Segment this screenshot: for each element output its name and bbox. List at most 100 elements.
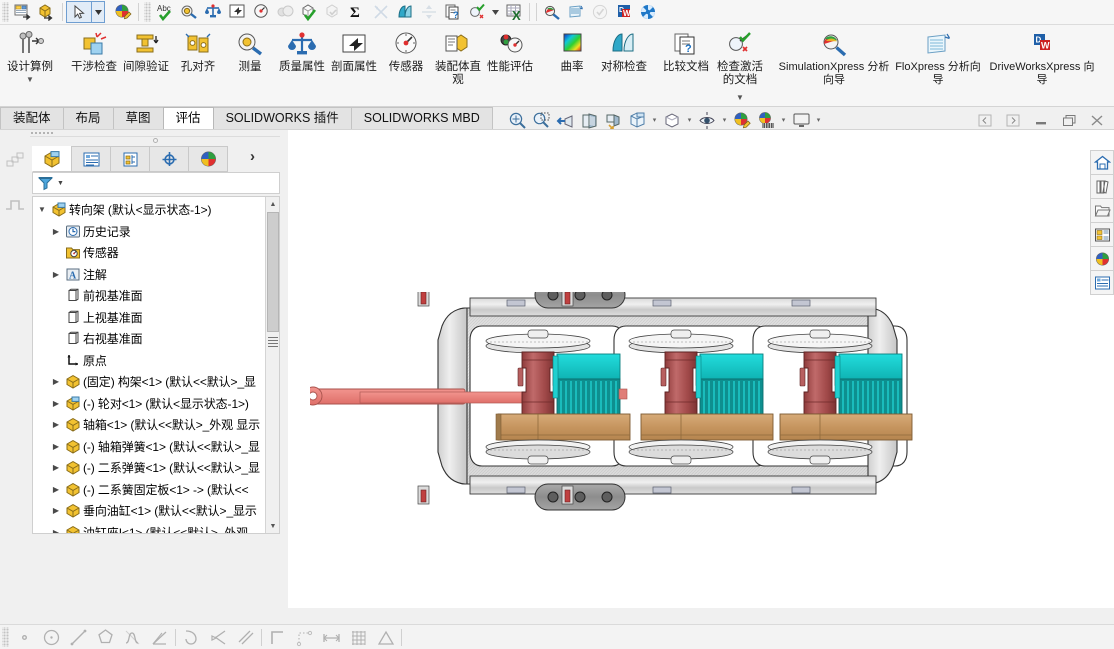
- corner-rectangle-icon[interactable]: [264, 625, 291, 649]
- rs-appearances-icon[interactable]: [1090, 246, 1114, 271]
- check-active-dropdown-caret[interactable]: ▼: [736, 93, 744, 102]
- toolbar-grip-2[interactable]: [144, 2, 151, 22]
- expand-arrow[interactable]: ▶: [49, 227, 63, 236]
- tree-item-cylinder-seat[interactable]: ▶ 油缸座I<1> (默认<<默认>_外观: [33, 522, 267, 533]
- minimize-icon[interactable]: [1032, 112, 1050, 128]
- tab-layout[interactable]: 布局: [62, 107, 114, 129]
- save-as-part-icon[interactable]: [35, 1, 59, 23]
- check-circle-icon[interactable]: [588, 1, 612, 23]
- check-active-document-button[interactable]: 检查激活的文档 ▼: [712, 25, 768, 106]
- tree-vertical-scrollbar[interactable]: ▲ ▼: [265, 197, 279, 533]
- tree-item-axlebox[interactable]: ▶ 轴箱<1> (默认<<默认>_外观 显示: [33, 414, 267, 436]
- tab-solidworks-mbd[interactable]: SOLIDWORKS MBD: [350, 107, 493, 129]
- scroll-up-arrow[interactable]: ▲: [266, 197, 279, 211]
- tree-item-secondary-spring[interactable]: ▶ (-) 二系弹簧<1> (默认<<默认>_显: [33, 457, 267, 479]
- design-study-dropdown-caret[interactable]: ▼: [26, 75, 34, 84]
- tree-item-sensors[interactable]: 传感器: [33, 242, 267, 264]
- curvature-button[interactable]: 曲率: [546, 25, 598, 106]
- tree-item-annotations[interactable]: ▶ A 注解: [33, 264, 267, 286]
- tree-item-origin[interactable]: 原点: [33, 350, 267, 372]
- rs-view-palette-icon[interactable]: [1090, 222, 1114, 247]
- appearance-edit-icon[interactable]: [111, 1, 135, 23]
- driveworksxpress-button[interactable]: D W DriveWorksXpress 向导: [986, 25, 1098, 106]
- fm-tab-feature-tree[interactable]: [32, 146, 72, 172]
- angle-icon[interactable]: [146, 625, 173, 649]
- interference-detection-button[interactable]: 干涉检查: [68, 25, 120, 106]
- circle-icon[interactable]: [38, 625, 65, 649]
- construction-geometry-icon[interactable]: [291, 625, 318, 649]
- performance-evaluation-button[interactable]: 性能评估: [484, 25, 536, 106]
- trim-icon[interactable]: [205, 625, 232, 649]
- fm-tab-configuration-manager[interactable]: [110, 146, 150, 172]
- fm-tab-display-manager[interactable]: [188, 146, 228, 172]
- symmetry-check-button[interactable]: 对称检查: [598, 25, 650, 106]
- floxpress-button[interactable]: FloXpress 分析向导: [890, 25, 986, 106]
- tab-assembly[interactable]: 装配体: [0, 107, 64, 129]
- expand-arrow[interactable]: ▶: [49, 377, 63, 386]
- tree-item-axlebox-spring[interactable]: ▶ (-) 轴箱弹簧<1> (默认<<默认>_显: [33, 436, 267, 458]
- mass-properties-button[interactable]: 质量属性: [276, 25, 328, 106]
- section-properties-button[interactable]: 剖面属性: [328, 25, 380, 106]
- compare-documents-icon[interactable]: ?: [441, 1, 465, 23]
- costing-button[interactable]: Costing: [1098, 25, 1114, 106]
- hole-alignment-icon[interactable]: [369, 1, 393, 23]
- floxpress-icon[interactable]: [564, 1, 588, 23]
- statusbar-grip[interactable]: [2, 627, 9, 647]
- fm-tabs-more-button[interactable]: ›: [250, 148, 255, 165]
- sustainability-icon[interactable]: [636, 1, 660, 23]
- rs-custom-properties-icon[interactable]: [1090, 270, 1114, 295]
- graphics-area[interactable]: .graphics > svg[data-name="bogie-model-v…: [288, 130, 1114, 608]
- angle-tool-icon[interactable]: [372, 625, 399, 649]
- offset-icon[interactable]: [232, 625, 259, 649]
- arc-icon[interactable]: [178, 625, 205, 649]
- sensor-button[interactable]: 传感器: [380, 25, 432, 106]
- fm-tab-property-manager[interactable]: [71, 146, 111, 172]
- interference-detection-icon[interactable]: [297, 1, 321, 23]
- close-icon[interactable]: [1088, 112, 1106, 128]
- expand-arrow[interactable]: ▶: [49, 528, 63, 533]
- configuration-flyout-icon[interactable]: [0, 188, 30, 220]
- expand-arrow[interactable]: ▶: [49, 463, 63, 472]
- tree-item-right-plane[interactable]: 右视基准面: [33, 328, 267, 350]
- scroll-left-icon[interactable]: [976, 112, 994, 128]
- symmetry-check-icon[interactable]: [417, 1, 441, 23]
- feature-tree[interactable]: ▼ 转向架 (默认<显示状态-1>) ▶ 历史记录 传感器 ▶ A 注解 前视基…: [32, 196, 280, 534]
- compare-documents-button[interactable]: ? 比较文档: [660, 25, 712, 106]
- design-study-button[interactable]: 设计算例 ▼: [2, 25, 58, 106]
- clearance-verification-icon[interactable]: [321, 1, 345, 23]
- tab-sketch[interactable]: 草图: [112, 107, 164, 129]
- check-active-document-icon[interactable]: [465, 1, 489, 23]
- expand-arrow[interactable]: ▼: [35, 205, 49, 214]
- spell-check-icon[interactable]: Abc: [153, 1, 177, 23]
- curvature-icon[interactable]: [393, 1, 417, 23]
- section-properties-icon[interactable]: [225, 1, 249, 23]
- expand-arrow[interactable]: ▶: [49, 399, 63, 408]
- tree-item-history[interactable]: ▶ 历史记录: [33, 221, 267, 243]
- linear-pattern-icon[interactable]: [345, 625, 372, 649]
- check-dropdown-icon[interactable]: [489, 1, 502, 23]
- expand-arrow[interactable]: ▶: [49, 420, 63, 429]
- measure-icon[interactable]: [177, 1, 201, 23]
- export-excel-icon[interactable]: X: [502, 1, 526, 23]
- scroll-thumb[interactable]: [267, 212, 279, 332]
- line-icon[interactable]: [65, 625, 92, 649]
- expand-arrow[interactable]: ▶: [49, 485, 63, 494]
- feature-tree-flyout-icon[interactable]: [0, 146, 30, 178]
- new-assembly-from-part-icon[interactable]: [11, 1, 35, 23]
- restore-icon[interactable]: [1060, 112, 1078, 128]
- expand-arrow[interactable]: ▶: [49, 270, 63, 279]
- expand-arrow[interactable]: ▶: [49, 442, 63, 451]
- rs-home-icon[interactable]: [1090, 150, 1114, 175]
- rs-file-explorer-icon[interactable]: [1090, 198, 1114, 223]
- tree-item-secondary-spring-plate[interactable]: ▶ (-) 二系簧固定板<1> -> (默认<<: [33, 479, 267, 501]
- performance-evaluation-icon[interactable]: [273, 1, 297, 23]
- measure-button[interactable]: 测量: [224, 25, 276, 106]
- equations-icon[interactable]: Σ: [345, 1, 369, 23]
- tree-item-wheelset[interactable]: ▶ (-) 轮对<1> (默认<显示状态-1>): [33, 393, 267, 415]
- driveworksxpress-icon[interactable]: D W: [612, 1, 636, 23]
- fm-tab-dimxpert-manager[interactable]: [149, 146, 189, 172]
- select-arrow-icon[interactable]: [66, 1, 92, 23]
- simulationxpress-icon[interactable]: [540, 1, 564, 23]
- toolbar-grip[interactable]: [2, 2, 9, 22]
- sensor-icon[interactable]: [249, 1, 273, 23]
